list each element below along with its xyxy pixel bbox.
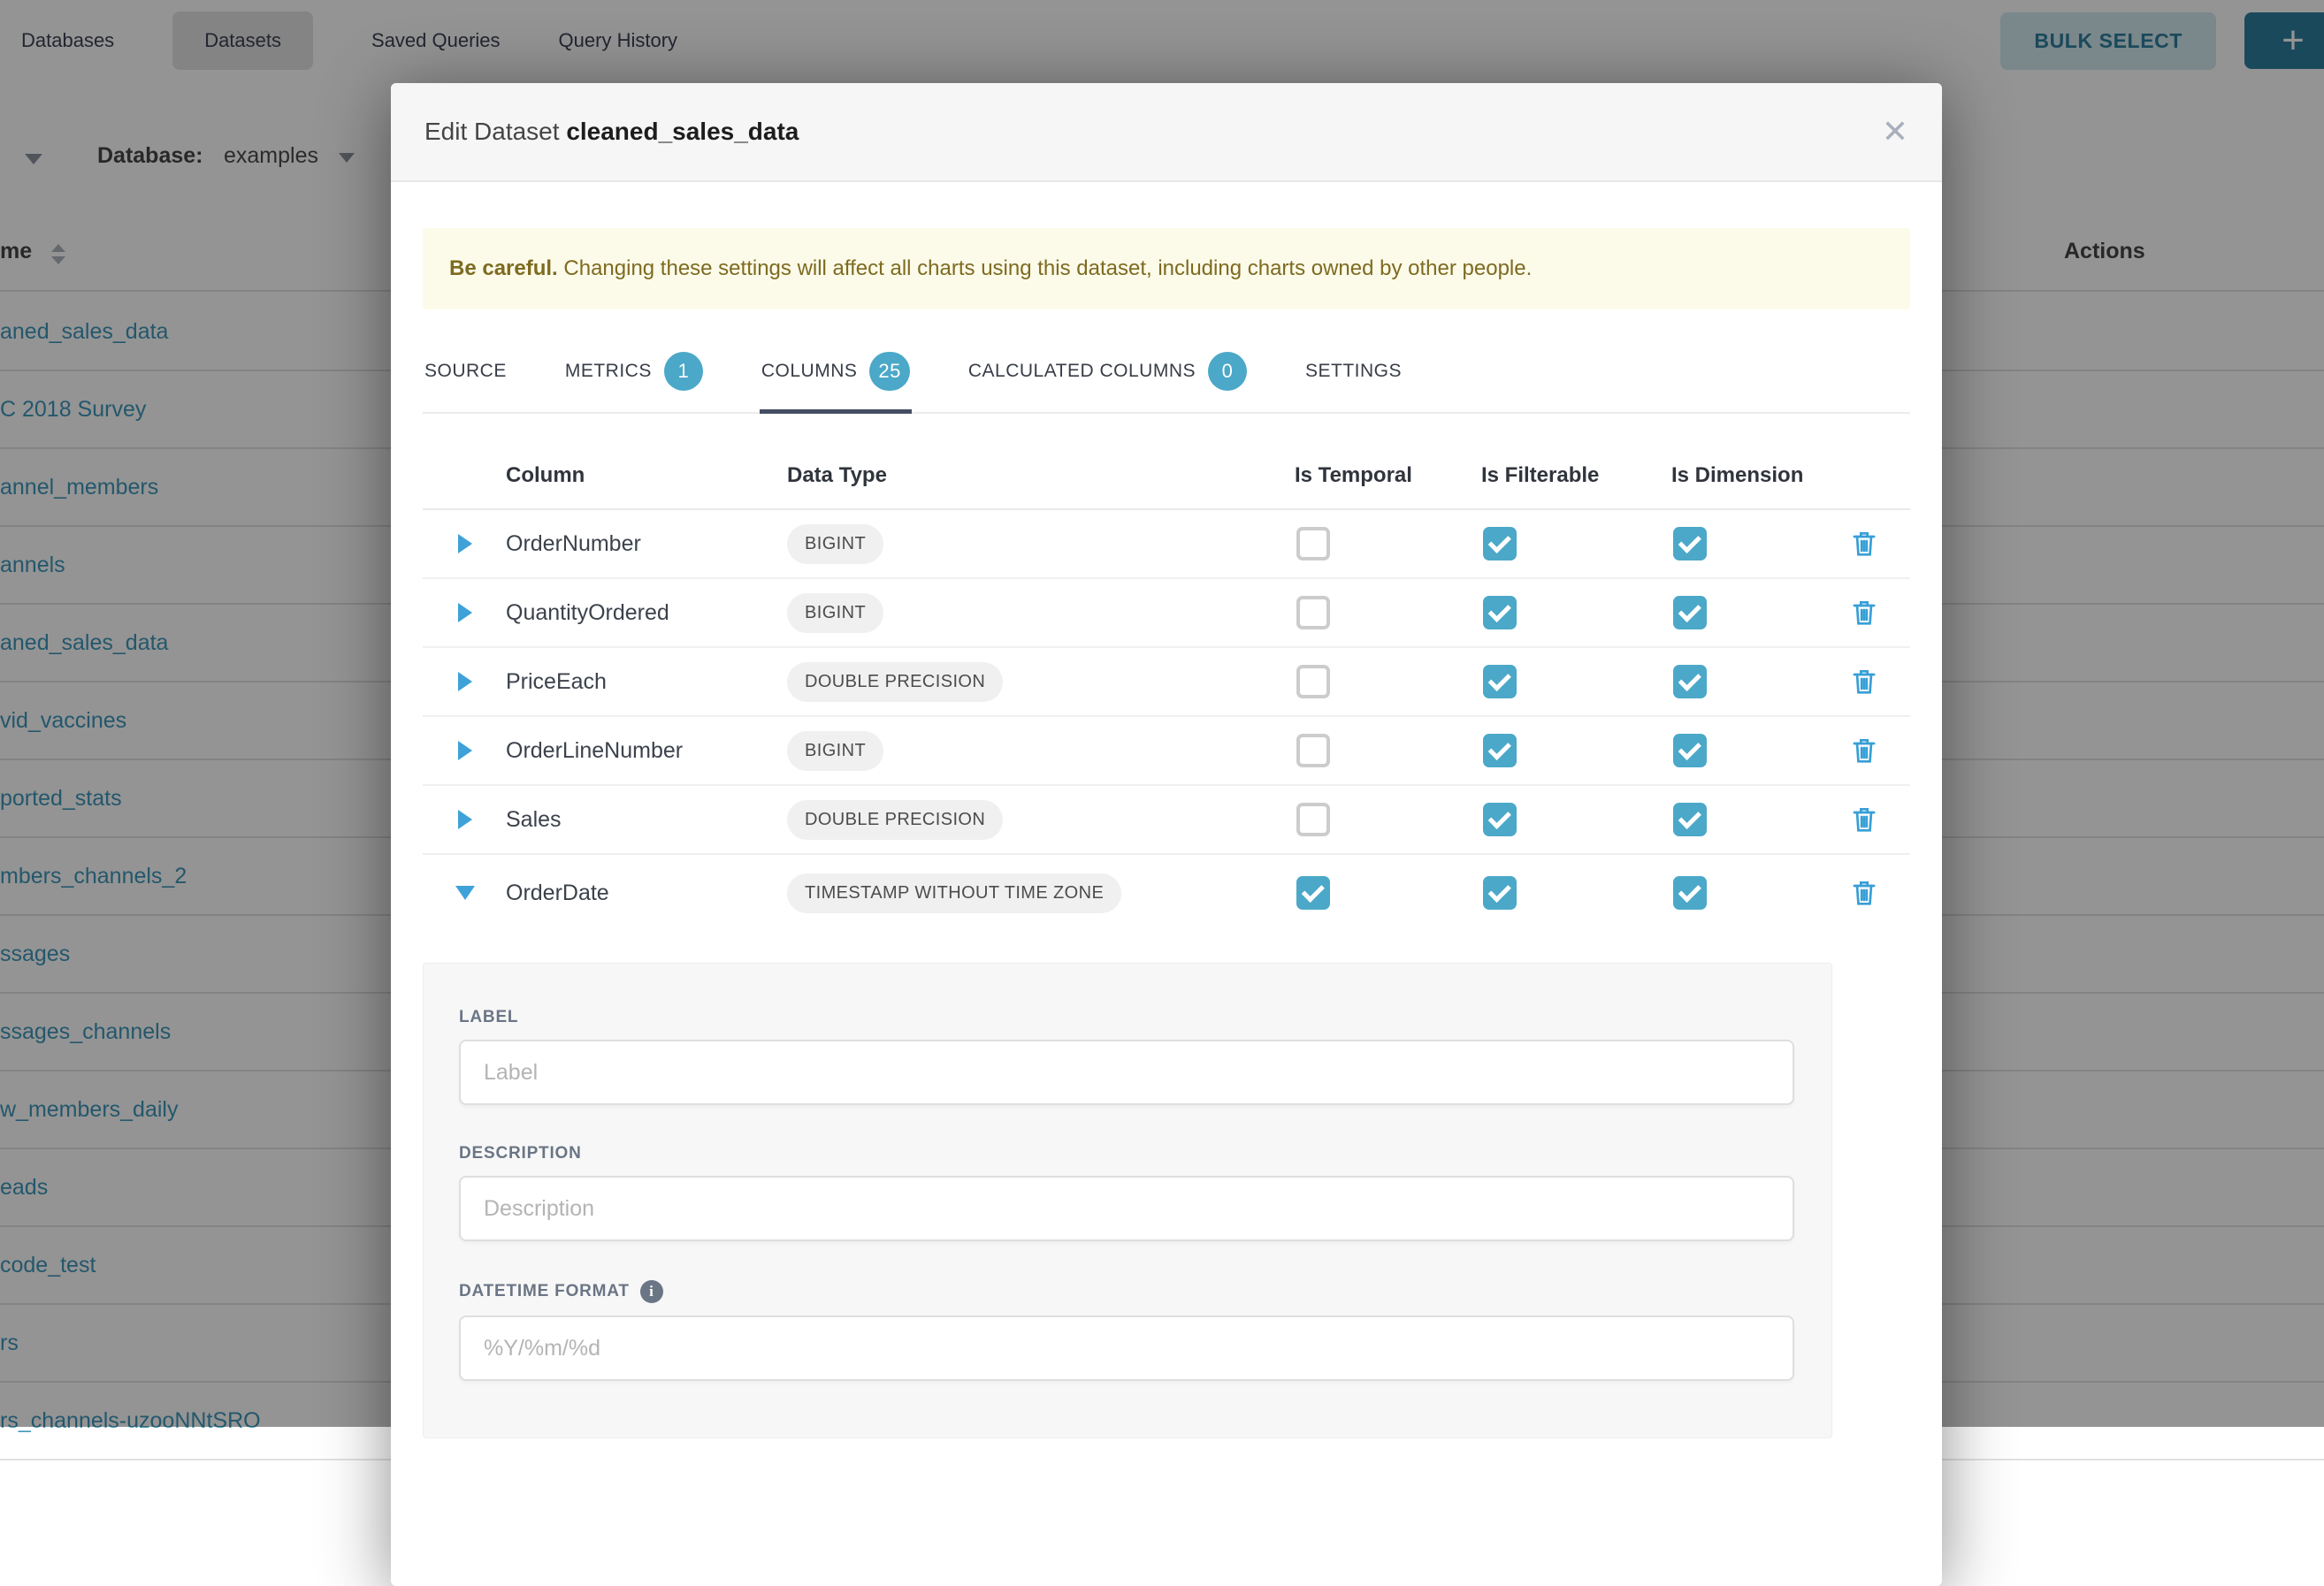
- column-row-ordernumber: OrderNumber BIGINT: [423, 510, 1910, 579]
- columns-count-badge: 25: [869, 352, 909, 391]
- description-input[interactable]: [459, 1176, 1794, 1241]
- datetime-format-field-group: DATETIME FORMAT i: [459, 1280, 1794, 1381]
- data-type-pill: DOUBLE PRECISION: [787, 662, 1003, 702]
- column-name: Sales: [506, 807, 787, 833]
- is-dimension-header: Is Dimension: [1671, 463, 1844, 488]
- delete-column-icon[interactable]: [1851, 736, 1910, 765]
- close-icon[interactable]: ✕: [1882, 116, 1908, 148]
- column-row-orderdate: OrderDate TIMESTAMP WITHOUT TIME ZONE: [423, 855, 1910, 931]
- column-name: OrderNumber: [506, 531, 787, 557]
- is-temporal-checkbox[interactable]: [1296, 803, 1330, 836]
- is-filterable-checkbox[interactable]: [1483, 734, 1517, 767]
- tab-label: SETTINGS: [1305, 361, 1402, 382]
- warning-banner: Be careful. Changing these settings will…: [423, 228, 1910, 309]
- is-filterable-checkbox[interactable]: [1483, 803, 1517, 836]
- tab-columns[interactable]: COLUMNS 25: [760, 334, 912, 412]
- description-field-group: DESCRIPTION: [459, 1144, 1794, 1241]
- column-header: Column: [506, 463, 787, 488]
- is-temporal-checkbox[interactable]: [1296, 876, 1330, 910]
- label-text: DATETIME FORMAT: [459, 1282, 630, 1301]
- column-row-quantityordered: QuantityOrdered BIGINT: [423, 579, 1910, 648]
- warning-text: Changing these settings will affect all …: [558, 256, 1533, 280]
- info-icon[interactable]: i: [640, 1280, 663, 1303]
- data-type-pill: BIGINT: [787, 524, 883, 564]
- is-dimension-checkbox[interactable]: [1673, 876, 1707, 910]
- label-field-label: LABEL: [459, 1008, 1794, 1027]
- label-field-group: LABEL: [459, 1008, 1794, 1105]
- is-dimension-checkbox[interactable]: [1673, 734, 1707, 767]
- is-filterable-checkbox[interactable]: [1483, 596, 1517, 629]
- columns-table: Column Data Type Is Temporal Is Filterab…: [423, 442, 1910, 931]
- delete-column-icon[interactable]: [1851, 599, 1910, 627]
- expand-caret-icon[interactable]: [458, 603, 472, 622]
- delete-column-icon[interactable]: [1851, 530, 1910, 558]
- collapse-caret-icon[interactable]: [455, 886, 475, 900]
- tab-metrics[interactable]: METRICS 1: [563, 334, 705, 412]
- is-temporal-checkbox[interactable]: [1296, 596, 1330, 629]
- column-row-orderlinenumber: OrderLineNumber BIGINT: [423, 717, 1910, 786]
- metrics-count-badge: 1: [664, 352, 703, 391]
- modal-body: Be careful. Changing these settings will…: [391, 182, 1942, 1438]
- modal-title-prefix: Edit Dataset: [424, 118, 560, 145]
- column-detail-panel: LABEL DESCRIPTION DATETIME FORMAT i: [423, 963, 1832, 1438]
- label-text: LABEL: [459, 1008, 518, 1027]
- column-name: OrderDate: [506, 881, 787, 906]
- expand-caret-icon[interactable]: [458, 672, 472, 691]
- description-field-label: DESCRIPTION: [459, 1144, 1794, 1163]
- modal-title-dataset-name: cleaned_sales_data: [566, 118, 799, 145]
- label-text: DESCRIPTION: [459, 1144, 582, 1163]
- label-input[interactable]: [459, 1040, 1794, 1105]
- is-temporal-checkbox[interactable]: [1296, 665, 1330, 698]
- expand-caret-icon[interactable]: [458, 741, 472, 760]
- column-name: QuantityOrdered: [506, 600, 787, 626]
- delete-column-icon[interactable]: [1851, 879, 1910, 907]
- tab-source[interactable]: SOURCE: [423, 334, 508, 412]
- edit-dataset-modal: Edit Dataset cleaned_sales_data ✕ Be car…: [391, 83, 1942, 1586]
- column-row-sales: Sales DOUBLE PRECISION: [423, 786, 1910, 855]
- tab-label: METRICS: [565, 361, 652, 382]
- data-type-pill: TIMESTAMP WITHOUT TIME ZONE: [787, 873, 1121, 913]
- is-dimension-checkbox[interactable]: [1673, 527, 1707, 560]
- is-temporal-checkbox[interactable]: [1296, 734, 1330, 767]
- modal-header: Edit Dataset cleaned_sales_data ✕: [391, 83, 1942, 182]
- datetime-format-input[interactable]: [459, 1315, 1794, 1381]
- tab-settings[interactable]: SETTINGS: [1303, 334, 1403, 412]
- expand-caret-icon[interactable]: [458, 810, 472, 829]
- is-temporal-checkbox[interactable]: [1296, 527, 1330, 560]
- column-name: OrderLineNumber: [506, 738, 787, 764]
- is-filterable-checkbox[interactable]: [1483, 876, 1517, 910]
- data-type-pill: BIGINT: [787, 593, 883, 633]
- expand-caret-icon[interactable]: [458, 534, 472, 553]
- delete-column-icon[interactable]: [1851, 667, 1910, 696]
- calculated-columns-count-badge: 0: [1208, 352, 1247, 391]
- tab-label: COLUMNS: [761, 361, 858, 382]
- tab-bar: SOURCE METRICS 1 COLUMNS 25 CALCULATED C…: [423, 334, 1910, 414]
- data-type-pill: BIGINT: [787, 731, 883, 771]
- delete-column-icon[interactable]: [1851, 805, 1910, 834]
- tab-label: SOURCE: [424, 361, 507, 382]
- data-type-header: Data Type: [787, 463, 1295, 488]
- is-dimension-checkbox[interactable]: [1673, 665, 1707, 698]
- warning-bold-text: Be careful.: [449, 256, 558, 280]
- tab-label: CALCULATED COLUMNS: [968, 361, 1196, 382]
- is-dimension-checkbox[interactable]: [1673, 803, 1707, 836]
- column-name: PriceEach: [506, 669, 787, 695]
- modal-title: Edit Dataset cleaned_sales_data: [424, 118, 799, 146]
- is-filterable-header: Is Filterable: [1481, 463, 1671, 488]
- is-temporal-header: Is Temporal: [1295, 463, 1481, 488]
- data-type-pill: DOUBLE PRECISION: [787, 800, 1003, 840]
- datetime-format-field-label: DATETIME FORMAT i: [459, 1280, 1794, 1303]
- is-dimension-checkbox[interactable]: [1673, 596, 1707, 629]
- is-filterable-checkbox[interactable]: [1483, 665, 1517, 698]
- columns-table-header: Column Data Type Is Temporal Is Filterab…: [423, 442, 1910, 510]
- tab-calculated-columns[interactable]: CALCULATED COLUMNS 0: [967, 334, 1249, 412]
- column-row-priceeach: PriceEach DOUBLE PRECISION: [423, 648, 1910, 717]
- is-filterable-checkbox[interactable]: [1483, 527, 1517, 560]
